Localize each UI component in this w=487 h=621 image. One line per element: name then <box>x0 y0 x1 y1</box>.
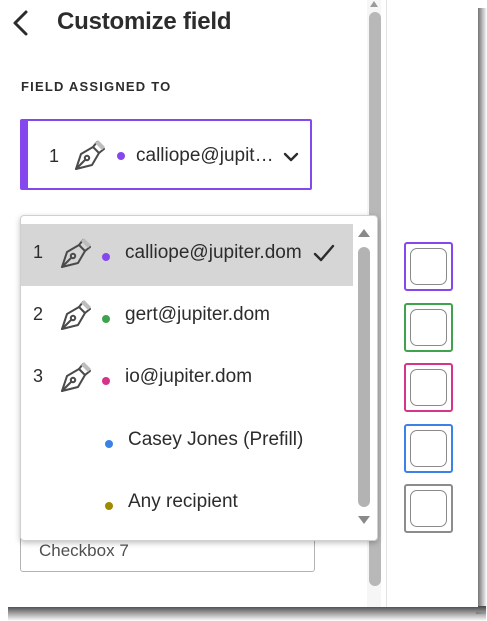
checkbox-box <box>410 490 447 527</box>
option-label: Any recipient <box>128 491 238 512</box>
recipient-color-dot <box>102 253 110 261</box>
checkbox-field-recipient-2[interactable] <box>404 303 453 352</box>
scroll-down-arrow-icon[interactable] <box>357 515 371 525</box>
checkbox-field-any-recipient[interactable] <box>404 484 453 533</box>
panel-divider <box>386 0 387 607</box>
checkbox-box <box>410 369 447 406</box>
option-number: 3 <box>33 366 44 386</box>
checkbox-field-recipient-3[interactable] <box>404 363 453 412</box>
signature-pen-icon <box>75 140 105 170</box>
option-label: io@jupiter.dom <box>125 366 253 387</box>
window-shadow <box>8 606 486 621</box>
checkbox-box <box>410 309 447 346</box>
field-assigned-to-label: FIELD ASSIGNED TO <box>21 79 172 94</box>
dropdown-scrollbar-thumb[interactable] <box>358 247 370 507</box>
scroll-up-arrow-icon[interactable] <box>357 228 371 238</box>
back-arrow-icon[interactable] <box>8 9 34 37</box>
recipient-picker[interactable]: 1 calliope@jupiter.dom <box>20 119 312 190</box>
recipient-dropdown-menu: 1 calliope@jupiter.dom 2 gert@jupiter.do… <box>20 215 378 541</box>
checkbox-field-recipient-1[interactable] <box>404 242 453 291</box>
signature-pen-icon <box>61 238 91 268</box>
dropdown-option-prefill[interactable]: Casey Jones (Prefill) <box>21 411 353 473</box>
option-number: 1 <box>33 242 44 262</box>
recipient-number: 1 <box>49 146 60 166</box>
option-number: 2 <box>33 304 44 324</box>
recipient-color-dot <box>102 315 110 323</box>
dropdown-option-io[interactable]: 3 io@jupiter.dom <box>21 348 353 410</box>
dropdown-option-any-recipient[interactable]: Any recipient <box>21 473 353 535</box>
app-window: Customize field FIELD ASSIGNED TO 1 call… <box>0 0 478 607</box>
panel-title: Customize field <box>57 8 232 35</box>
dropdown-option-gert[interactable]: 2 gert@jupiter.dom <box>21 286 353 348</box>
option-label: calliope@jupiter.dom <box>125 242 302 263</box>
chevron-down-icon <box>283 152 299 162</box>
recipient-color-dot <box>105 502 113 510</box>
checkbox-box <box>410 248 447 285</box>
dropdown-option-calliope[interactable]: 1 calliope@jupiter.dom <box>21 224 353 286</box>
checkbox-field-prefill[interactable] <box>404 424 453 473</box>
signature-pen-icon <box>61 362 91 392</box>
selected-recipient-label: calliope@jupiter.dom <box>136 145 282 166</box>
recipient-color-dot <box>105 440 113 448</box>
recipient-color-dot <box>117 152 125 160</box>
signature-pen-icon <box>61 300 91 330</box>
scroll-up-arrow-icon[interactable] <box>369 0 379 8</box>
option-label: gert@jupiter.dom <box>125 304 270 325</box>
recipient-color-dot <box>102 377 110 385</box>
option-label: Casey Jones (Prefill) <box>128 429 304 450</box>
checkbox-box <box>410 430 447 467</box>
checkmark-icon <box>313 244 335 262</box>
